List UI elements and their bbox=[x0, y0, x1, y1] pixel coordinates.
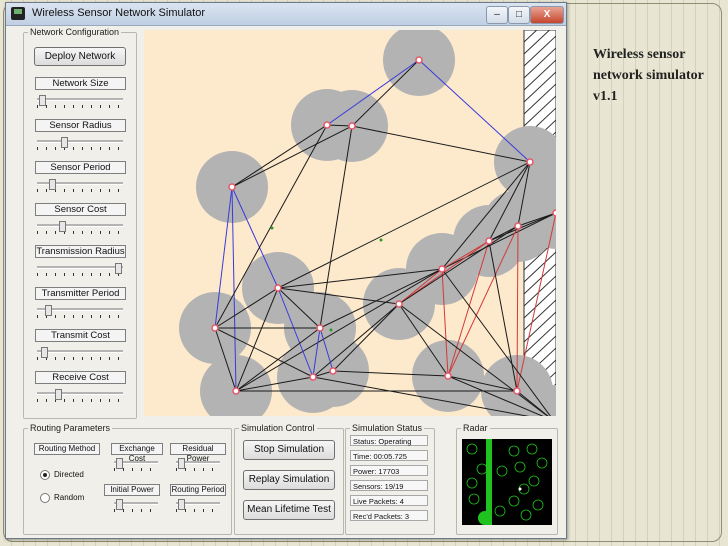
close-button[interactable]: X bbox=[530, 6, 564, 24]
slider-label-receive-cost: Receive Cost bbox=[35, 371, 126, 384]
slider-thumb[interactable] bbox=[49, 179, 56, 190]
random-radio[interactable] bbox=[40, 493, 50, 503]
slider-thumb[interactable] bbox=[45, 305, 52, 316]
slider-label-transmit-cost: Transmit Cost bbox=[35, 329, 126, 342]
data-packet bbox=[270, 226, 274, 230]
sensor-node bbox=[552, 209, 556, 217]
sensor-node bbox=[228, 183, 236, 191]
slider-network-size[interactable] bbox=[37, 95, 123, 109]
routing-period-slider[interactable] bbox=[176, 499, 220, 513]
radar-display bbox=[462, 439, 552, 525]
status-row: Live Packets: 4 bbox=[350, 495, 428, 506]
stop-simulation-button[interactable]: Stop Simulation bbox=[243, 440, 335, 460]
slide-title: Wireless sensor network simulator v1.1 bbox=[593, 47, 704, 104]
random-label: Random bbox=[54, 493, 85, 502]
replay-simulation-button[interactable]: Replay Simulation bbox=[243, 470, 335, 490]
sensor-node bbox=[395, 300, 403, 308]
deploy-network-button[interactable]: Deploy Network bbox=[34, 47, 126, 66]
initial-power-label: Initial Power bbox=[104, 484, 160, 496]
exchange-cost-label: Exchange Cost bbox=[111, 443, 163, 463]
sensor-node bbox=[316, 324, 324, 332]
sensor-node bbox=[415, 56, 423, 64]
simulation-status-legend: Simulation Status bbox=[352, 423, 423, 433]
sensor-node bbox=[526, 158, 534, 166]
routing-period-label: Routing Period bbox=[170, 484, 226, 496]
sensor-node bbox=[444, 372, 452, 380]
status-row: Sensors: 19/19 bbox=[350, 480, 428, 491]
status-row: Power: 17703 bbox=[350, 465, 428, 476]
sensor-node bbox=[329, 367, 337, 375]
status-row: Time: 00:05.725 bbox=[350, 450, 428, 461]
sensor-node bbox=[438, 265, 446, 273]
data-packet bbox=[329, 328, 333, 332]
radar-sink bbox=[478, 511, 492, 525]
residual-power-slider[interactable] bbox=[176, 458, 220, 472]
slider-receive-cost[interactable] bbox=[37, 389, 123, 403]
slider-label-sensor-radius: Sensor Radius bbox=[35, 119, 126, 132]
radar-legend: Radar bbox=[463, 423, 488, 433]
mean-lifetime-test-button[interactable]: Mean Lifetime Test bbox=[243, 500, 335, 520]
app-icon bbox=[11, 7, 25, 20]
slider-transmitter-period[interactable] bbox=[37, 305, 123, 319]
directed-label: Directed bbox=[54, 470, 84, 479]
slider-thumb[interactable] bbox=[41, 347, 48, 358]
status-row: Status: Operating bbox=[350, 435, 428, 446]
slider-label-transmission-radius: Transmission Radius bbox=[35, 245, 126, 258]
slider-sensor-period[interactable] bbox=[37, 179, 123, 193]
slider-sensor-radius[interactable] bbox=[37, 137, 123, 151]
routing-method-label: Routing Method bbox=[34, 443, 100, 455]
sensor-node bbox=[323, 121, 331, 129]
residual-power-label: Residual Power bbox=[170, 443, 226, 463]
sensor-node bbox=[514, 222, 522, 230]
sensor-node bbox=[485, 237, 493, 245]
simulator-window: Wireless Sensor Network Simulator – □ X … bbox=[5, 2, 567, 539]
routing-parameters-legend: Routing Parameters bbox=[30, 423, 111, 433]
sensor-node bbox=[348, 122, 356, 130]
data-packet bbox=[379, 238, 383, 242]
slider-label-transmitter-period: Transmitter Period bbox=[35, 287, 126, 300]
slider-thumb[interactable] bbox=[61, 137, 68, 148]
sensor-node bbox=[309, 373, 317, 381]
maximize-button[interactable]: □ bbox=[508, 6, 530, 24]
exchange-cost-slider[interactable] bbox=[114, 458, 158, 472]
sensor-node bbox=[513, 387, 521, 395]
directed-radio[interactable] bbox=[40, 470, 50, 480]
simulation-control-legend: Simulation Control bbox=[241, 423, 315, 433]
slider-label-sensor-period: Sensor Period bbox=[35, 161, 126, 174]
minimize-button[interactable]: – bbox=[486, 6, 508, 24]
slider-label-network-size: Network Size bbox=[35, 77, 126, 90]
initial-power-slider[interactable] bbox=[114, 499, 158, 513]
routing-parameters-group: Routing Parameters bbox=[23, 423, 232, 535]
slider-sensor-cost[interactable] bbox=[37, 221, 123, 235]
sensor-node bbox=[274, 284, 282, 292]
slider-thumb[interactable] bbox=[59, 221, 67, 232]
title-bar[interactable]: Wireless Sensor Network Simulator – □ X bbox=[6, 3, 566, 26]
slider-transmission-radius[interactable] bbox=[37, 263, 123, 277]
network-field[interactable] bbox=[144, 30, 556, 416]
slider-thumb[interactable] bbox=[115, 263, 123, 274]
slider-transmit-cost[interactable] bbox=[37, 347, 123, 361]
network-configuration-legend: Network Configuration bbox=[30, 27, 120, 37]
slider-label-sensor-cost: Sensor Cost bbox=[35, 203, 126, 216]
window-title: Wireless Sensor Network Simulator bbox=[32, 7, 205, 19]
sensor-node bbox=[232, 387, 240, 395]
slider-thumb[interactable] bbox=[38, 95, 46, 106]
radar-dot bbox=[518, 487, 522, 491]
slider-thumb[interactable] bbox=[54, 389, 62, 400]
sensor-node bbox=[211, 324, 219, 332]
status-row: Rec'd Packets: 3 bbox=[350, 510, 428, 521]
